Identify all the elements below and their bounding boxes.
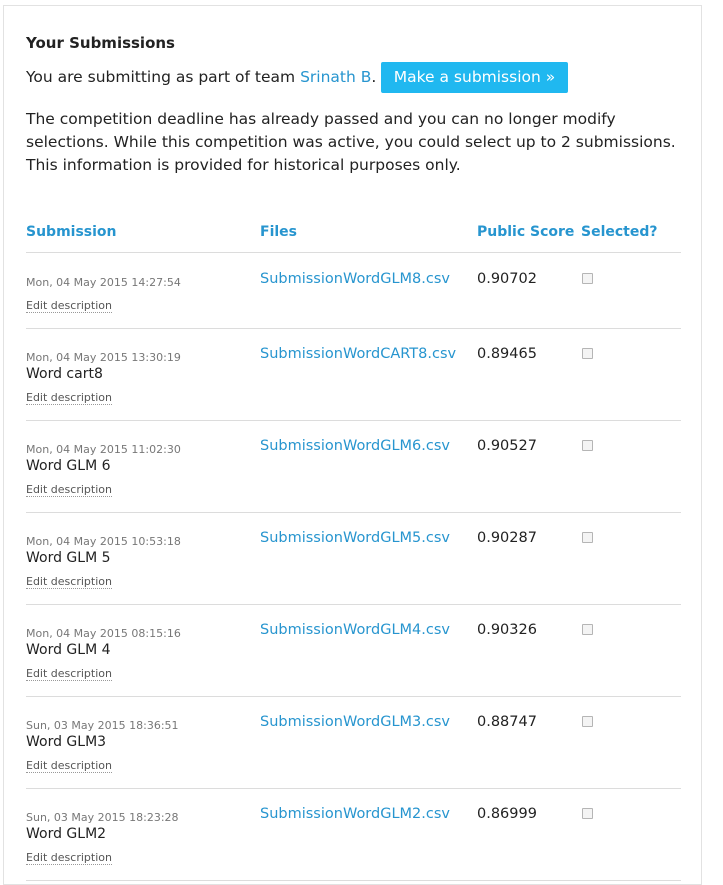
submission-description: Word GLM2 [26,826,107,842]
submission-date: Mon, 04 May 2015 11:02:30 [26,443,181,456]
edit-description-link[interactable]: Edit description [26,667,112,681]
submission-date: Mon, 04 May 2015 13:30:19 [26,351,181,364]
team-name-link[interactable]: Srinath B [300,68,371,86]
public-score: 0.88747 [477,714,537,730]
public-score: 0.89465 [477,346,537,362]
submission-date: Mon, 04 May 2015 10:53:18 [26,535,181,548]
submission-date: Sun, 03 May 2015 18:36:51 [26,719,179,732]
selected-checkbox[interactable] [582,273,593,284]
deadline-notice: The competition deadline has already pas… [26,110,676,174]
selected-checkbox[interactable] [582,808,593,819]
submission-file-link[interactable]: SubmissionWordGLM8.csv [260,271,450,287]
submission-file-link[interactable]: SubmissionWordGLM4.csv [260,622,450,638]
table-row: Mon, 04 May 2015 08:15:16 Word GLM 4 Edit … [26,604,681,697]
public-score: 0.90702 [477,271,537,287]
column-header-submission[interactable]: Submission [26,224,117,240]
team-suffix: . [371,68,377,86]
edit-description-link[interactable]: Edit description [26,299,112,313]
selected-checkbox[interactable] [582,532,593,543]
table-row: Mon, 04 May 2015 11:02:30 Word GLM 6 Edit … [26,420,681,513]
team-line: You are submitting as part of team Srina… [26,68,376,86]
submission-file-link[interactable]: SubmissionWordCART8.csv [260,346,456,362]
edit-description-link[interactable]: Edit description [26,391,112,405]
table-row: Sun, 03 May 2015 18:36:51 Word GLM3 Edit d… [26,696,681,789]
submission-date: Mon, 04 May 2015 08:15:16 [26,627,181,640]
public-score: 0.90287 [477,530,537,546]
selected-checkbox[interactable] [582,348,593,359]
column-header-files[interactable]: Files [260,224,297,240]
make-submission-button[interactable]: Make a submission » [381,62,568,93]
team-prefix: You are submitting as part of team [26,68,301,86]
submission-description: Word GLM3 [26,734,107,750]
table-row: Mon, 04 May 2015 10:53:18 Word GLM 5 Edit … [26,512,681,605]
submission-file-link[interactable]: SubmissionWordGLM6.csv [260,438,450,454]
public-score: 0.90527 [477,438,537,454]
column-header-public-score[interactable]: Public Score [477,224,574,240]
edit-description-link[interactable]: Edit description [26,851,112,865]
table-row: Mon, 04 May 2015 13:30:19 Word cart8 Edit … [26,328,681,421]
submissions-panel: Your Submissions You are submitting as p… [3,5,702,885]
public-score: 0.86999 [477,806,537,822]
selected-checkbox[interactable] [582,624,593,635]
submission-date: Mon, 04 May 2015 14:27:54 [26,276,181,289]
submission-file-link[interactable]: SubmissionWordGLM2.csv [260,806,450,822]
table-row: Sun, 03 May 2015 18:23:28 Word GLM2 Edit d… [26,788,681,881]
submission-description: Word GLM 5 [26,550,111,566]
submission-file-link[interactable]: SubmissionWordGLM3.csv [260,714,450,730]
submission-file-link[interactable]: SubmissionWordGLM5.csv [260,530,450,546]
submission-description: Word GLM 4 [26,642,111,658]
table-header: Submission Files Public Score Selected? [26,222,681,253]
column-header-selected[interactable]: Selected? [581,224,658,240]
edit-description-link[interactable]: Edit description [26,759,112,773]
edit-description-link[interactable]: Edit description [26,483,112,497]
table-row: Mon, 04 May 2015 14:27:54 Edit descriptio… [26,253,681,329]
submission-date: Sun, 03 May 2015 18:23:28 [26,811,179,824]
selected-checkbox[interactable] [582,440,593,451]
submission-description: Word cart8 [26,366,103,382]
edit-description-link[interactable]: Edit description [26,575,112,589]
selected-checkbox[interactable] [582,716,593,727]
public-score: 0.90326 [477,622,537,638]
page-title: Your Submissions [26,34,175,52]
submission-description: Word GLM 6 [26,458,111,474]
